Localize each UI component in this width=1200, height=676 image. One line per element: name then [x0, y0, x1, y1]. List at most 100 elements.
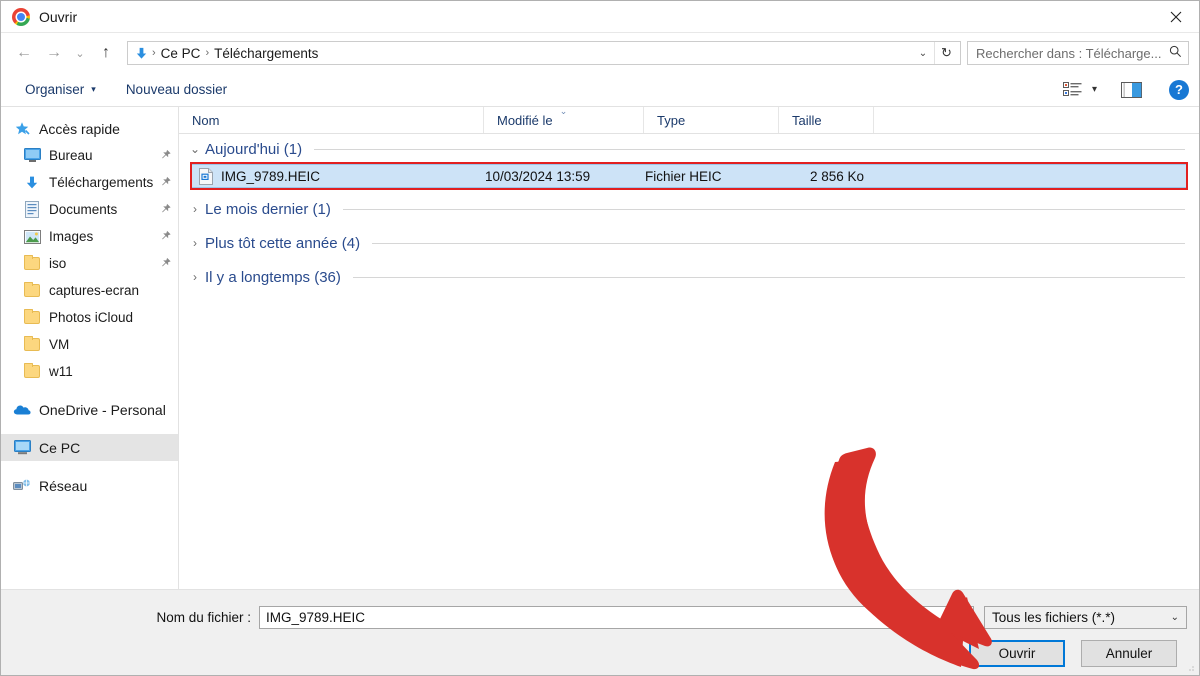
group-divider — [352, 276, 1185, 278]
recent-locations-icon[interactable]: ⌄ — [69, 38, 91, 68]
sidebar-item-images[interactable]: Images — [1, 223, 178, 250]
forward-icon[interactable]: → — [39, 38, 69, 68]
chevron-right-icon[interactable]: › — [187, 202, 203, 216]
back-icon[interactable]: ← — [9, 38, 39, 68]
chevron-right-icon[interactable]: › — [187, 236, 203, 250]
sidebar-item-iso[interactable]: iso — [1, 250, 178, 277]
file-type-filter-select[interactable]: Tous les fichiers (*.*) ⌄ — [984, 606, 1187, 629]
sidebar-item-vm[interactable]: VM — [1, 331, 178, 358]
column-header-row: Nom ⌄ Modifié le Type Taille — [179, 107, 1199, 134]
resize-grip-icon[interactable] — [1185, 662, 1195, 672]
title-bar: Ouvrir — [1, 1, 1199, 33]
close-icon[interactable] — [1153, 1, 1199, 32]
sidebar-item-w11[interactable]: w11 — [1, 358, 178, 385]
search-icon — [1169, 45, 1182, 61]
chrome-icon — [12, 7, 30, 26]
dialog-footer: Nom du fichier : IMG_9789.HEIC Tous les … — [1, 589, 1199, 675]
list-view-icon — [1062, 82, 1082, 96]
chevron-down-icon: ▾ — [1091, 84, 1097, 95]
group-header-plus-tot-cette-annee[interactable]: › Plus tôt cette année (4) — [179, 228, 1199, 258]
breadcrumb-item-ce-pc[interactable]: Ce PC — [157, 46, 205, 61]
column-header-type[interactable]: Type — [644, 107, 779, 133]
window-title: Ouvrir — [39, 8, 78, 25]
sidebar-item-label: VM — [49, 337, 70, 352]
group-header-il-y-a-longtemps[interactable]: › Il y a longtemps (36) — [179, 262, 1199, 292]
organize-button[interactable]: Organiser ▾ — [17, 78, 104, 101]
filename-input[interactable]: IMG_9789.HEIC — [259, 606, 974, 629]
chevron-down-icon: ▾ — [91, 84, 96, 94]
sidebar-item-onedrive[interactable]: OneDrive - Personal — [1, 396, 178, 423]
group-header-label: Le mois dernier (1) — [205, 200, 331, 218]
footer-buttons: Ouvrir Annuler — [969, 640, 1177, 667]
search-placeholder: Rechercher dans : Télécharge... — [976, 45, 1162, 61]
open-file-dialog: Ouvrir ← → ⌄ ↑ › Ce PC › Téléchargements… — [0, 0, 1200, 676]
dialog-body: Accès rapide Bureau Téléchargements Docu… — [1, 107, 1199, 589]
column-header-date[interactable]: ⌄ Modifié le — [484, 107, 644, 133]
refresh-icon[interactable]: ↻ — [934, 42, 958, 64]
sidebar-item-label: Réseau — [39, 477, 88, 494]
group-header-le-mois-dernier[interactable]: › Le mois dernier (1) — [179, 194, 1199, 224]
sidebar-item-bureau[interactable]: Bureau — [1, 142, 178, 169]
view-options-caret[interactable]: ▾ — [1087, 81, 1102, 98]
sidebar-item-label: iso — [49, 256, 67, 271]
folder-icon — [23, 336, 41, 354]
new-folder-button[interactable]: Nouveau dossier — [118, 78, 235, 101]
address-bar[interactable]: › Ce PC › Téléchargements ⌄ ↻ — [127, 41, 961, 65]
column-header-filler — [874, 107, 1199, 133]
sidebar-item-label: OneDrive - Personal — [39, 401, 166, 418]
sidebar-item-label: Bureau — [49, 148, 93, 163]
cancel-button[interactable]: Annuler — [1081, 640, 1177, 667]
group-header-aujourdhui[interactable]: ⌄ Aujourd'hui (1) — [179, 134, 1199, 164]
folder-icon — [23, 255, 41, 273]
sort-indicator-icon: ⌄ — [559, 106, 568, 116]
file-list-pane: Nom ⌄ Modifié le Type Taille ⌄ Aujourd'h… — [179, 107, 1199, 589]
chevron-down-icon[interactable]: ⌄ — [187, 142, 203, 156]
address-bar-controls: ⌄ ↻ — [912, 42, 958, 64]
group-header-label: Plus tôt cette année (4) — [205, 234, 361, 252]
open-button[interactable]: Ouvrir — [969, 640, 1065, 667]
sidebar-item-label: Accès rapide — [39, 120, 120, 137]
column-header-size[interactable]: Taille — [779, 107, 874, 133]
preview-pane-icon — [1121, 81, 1142, 98]
file-type-cell: Fichier HEIC — [645, 168, 722, 184]
file-name-cell: IMG_9789.HEIC — [192, 167, 484, 185]
sidebar-item-label: Photos iCloud — [49, 310, 134, 325]
onedrive-cloud-icon — [13, 401, 31, 419]
preview-pane-button[interactable] — [1116, 79, 1147, 101]
sidebar-item-ce-pc[interactable]: Ce PC — [1, 434, 178, 461]
view-options-button[interactable] — [1058, 79, 1087, 100]
navigation-sidebar: Accès rapide Bureau Téléchargements Docu… — [1, 107, 179, 589]
file-name-text: IMG_9789.HEIC — [221, 168, 321, 184]
chevron-down-icon[interactable]: ⌄ — [912, 42, 934, 64]
sidebar-item-photos-icloud[interactable]: Photos iCloud — [1, 304, 178, 331]
sidebar-item-reseau[interactable]: Réseau — [1, 472, 178, 499]
column-header-name[interactable]: Nom — [179, 107, 484, 133]
sidebar-item-label: w11 — [49, 364, 73, 379]
file-list: ⌄ Aujourd'hui (1) IMG_9789.HEIC 10/03/20… — [179, 134, 1199, 589]
help-icon[interactable]: ? — [1169, 79, 1189, 100]
file-size-cell: 2 856 Ko — [809, 168, 864, 184]
sidebar-item-documents[interactable]: Documents — [1, 196, 178, 223]
sidebar-item-acces-rapide[interactable]: Accès rapide — [1, 115, 178, 142]
documents-icon — [23, 201, 41, 219]
up-icon[interactable]: ↑ — [91, 38, 121, 68]
chevron-right-icon[interactable]: › — [187, 270, 203, 284]
sidebar-item-captures-ecran[interactable]: captures-ecran — [1, 277, 178, 304]
download-arrow-icon — [136, 47, 147, 59]
breadcrumb-item-telechargements[interactable]: Téléchargements — [210, 46, 322, 61]
star-pin-icon — [13, 120, 31, 138]
desktop-icon — [23, 147, 41, 165]
sidebar-item-telechargements[interactable]: Téléchargements — [1, 169, 178, 196]
filename-row: Nom du fichier : IMG_9789.HEIC Tous les … — [1, 606, 1187, 629]
file-type-filter-value: Tous les fichiers (*.*) — [992, 610, 1116, 625]
table-row[interactable]: IMG_9789.HEIC 10/03/2024 13:59 Fichier H… — [191, 164, 1187, 188]
column-header-label: Type — [657, 112, 686, 128]
folder-icon — [23, 309, 41, 327]
group-header-label: Aujourd'hui (1) — [205, 140, 303, 158]
folder-icon — [23, 363, 41, 381]
search-input[interactable]: Rechercher dans : Télécharge... — [967, 41, 1189, 65]
navigation-bar: ← → ⌄ ↑ › Ce PC › Téléchargements ⌄ ↻ Re… — [1, 33, 1199, 73]
group-divider — [314, 148, 1185, 150]
